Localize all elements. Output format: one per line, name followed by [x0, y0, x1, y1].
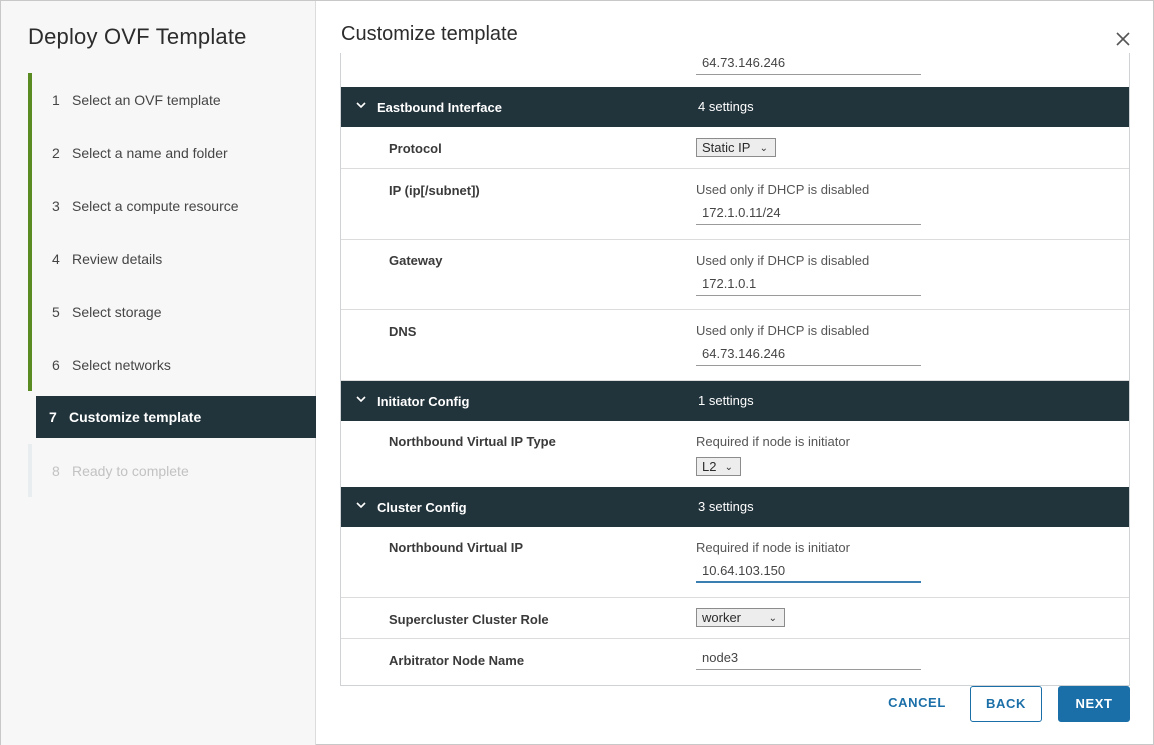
setting-vip-type: Northbound Virtual IP Type Required if n…: [341, 421, 1129, 487]
step-7-active[interactable]: 7 Customize template: [36, 396, 316, 438]
setting-cluster-role: Supercluster Cluster Role worker ⌄: [341, 598, 1129, 639]
cluster-role-select[interactable]: worker ⌄: [696, 608, 785, 627]
step-number: 2: [52, 144, 60, 161]
chevron-down-icon: ⌄: [724, 462, 733, 473]
step-number: 3: [52, 197, 60, 214]
step-label: Select storage: [72, 303, 162, 320]
setting-northbound-vip: Northbound Virtual IP Required if node i…: [341, 527, 1129, 598]
chevron-down-icon: ⌄: [759, 143, 768, 154]
step-label: Select a name and folder: [72, 144, 228, 161]
northbound-vip-input[interactable]: 10.64.103.150: [696, 561, 921, 583]
setting-label: Northbound Virtual IP: [389, 540, 524, 555]
next-button[interactable]: NEXT: [1058, 686, 1130, 722]
step-number: 4: [52, 250, 60, 267]
setting-label: IP (ip[/subnet]): [389, 183, 480, 198]
chevron-down-icon: [356, 102, 366, 109]
close-icon: [1116, 32, 1130, 46]
group-eastbound-interface[interactable]: Eastbound Interface 4 settings: [341, 87, 1129, 127]
settings-row-partial: 64.73.146.246: [341, 53, 1129, 87]
setting-hint: Used only if DHCP is disabled: [696, 253, 870, 268]
wizard-sidebar: Deploy OVF Template 1 Select an OVF templ…: [1, 1, 316, 745]
back-button[interactable]: BACK: [970, 686, 1042, 722]
step-label: Select a compute resource: [72, 197, 239, 214]
ip-input[interactable]: 172.1.0.11/24: [696, 203, 921, 225]
dns-top-field[interactable]: 64.73.146.246: [696, 53, 921, 75]
select-value: Static IP: [702, 140, 751, 155]
setting-label: Supercluster Cluster Role: [389, 612, 549, 627]
page-title: Customize template: [341, 23, 518, 45]
step-label: Ready to complete: [72, 462, 189, 479]
group-title: Eastbound Interface: [377, 100, 502, 115]
setting-hint: Used only if DHCP is disabled: [696, 182, 870, 197]
chevron-down-icon: ⌄: [768, 613, 777, 624]
setting-label: Northbound Virtual IP Type: [389, 434, 556, 449]
setting-ip: IP (ip[/subnet]) Used only if DHCP is di…: [341, 169, 1129, 240]
setting-dns: DNS Used only if DHCP is disabled 64.73.…: [341, 310, 1129, 381]
setting-hint: Used only if DHCP is disabled: [696, 323, 870, 338]
step-number: 7: [49, 409, 57, 425]
step-number: 1: [52, 91, 60, 108]
wizard-steps: 1 Select an OVF template 2 Select a name a…: [28, 73, 316, 497]
group-count: 4 settings: [698, 99, 754, 114]
protocol-select[interactable]: Static IP ⌄: [696, 138, 776, 157]
group-title: Initiator Config: [377, 394, 470, 409]
dns-input[interactable]: 64.73.146.246: [696, 344, 921, 366]
setting-gateway: Gateway Used only if DHCP is disabled 17…: [341, 240, 1129, 310]
setting-arbitrator: Arbitrator Node Name node3: [341, 639, 1129, 685]
setting-protocol: Protocol Static IP ⌄: [341, 127, 1129, 169]
group-count: 1 settings: [698, 393, 754, 408]
group-cluster-config[interactable]: Cluster Config 3 settings: [341, 487, 1129, 527]
step-4[interactable]: 4 Review details: [28, 232, 316, 285]
setting-hint: Required if node is initiator: [696, 434, 850, 449]
setting-label: Protocol: [389, 141, 442, 156]
chevron-down-icon: [356, 396, 366, 403]
deploy-ovf-dialog: Deploy OVF Template 1 Select an OVF templ…: [0, 0, 1154, 745]
step-1[interactable]: 1 Select an OVF template: [28, 73, 316, 126]
setting-label: Arbitrator Node Name: [389, 653, 525, 668]
step-number: 5: [52, 303, 60, 320]
close-button[interactable]: [1113, 29, 1133, 49]
select-value: worker: [702, 610, 742, 625]
step-8: 8 Ready to complete: [28, 444, 316, 497]
step-6[interactable]: 6 Select networks: [28, 338, 316, 391]
step-number: 8: [52, 462, 60, 479]
cancel-button[interactable]: CANCEL: [881, 686, 953, 722]
settings-panel[interactable]: 64.73.146.246 Eastbound Interface 4 sett…: [340, 53, 1130, 686]
step-label: Customize template: [69, 409, 202, 425]
step-label: Select networks: [72, 356, 171, 373]
group-initiator-config[interactable]: Initiator Config 1 settings: [341, 381, 1129, 421]
step-label: Select an OVF template: [72, 91, 221, 108]
step-5[interactable]: 5 Select storage: [28, 285, 316, 338]
arbitrator-input[interactable]: node3: [696, 648, 921, 670]
wizard-title: Deploy OVF Template: [28, 24, 247, 49]
step-3[interactable]: 3 Select a compute resource: [28, 179, 316, 232]
group-title: Cluster Config: [377, 500, 467, 515]
setting-label: Gateway: [389, 253, 443, 268]
chevron-down-icon: [356, 502, 366, 509]
gateway-input[interactable]: 172.1.0.1: [696, 274, 921, 296]
vip-type-select[interactable]: L2 ⌄: [696, 457, 741, 476]
select-value: L2: [702, 459, 717, 474]
group-count: 3 settings: [698, 499, 754, 514]
step-number: 6: [52, 356, 60, 373]
setting-label: DNS: [389, 324, 417, 339]
step-label: Review details: [72, 250, 163, 267]
setting-hint: Required if node is initiator: [696, 540, 850, 555]
step-2[interactable]: 2 Select a name and folder: [28, 126, 316, 179]
